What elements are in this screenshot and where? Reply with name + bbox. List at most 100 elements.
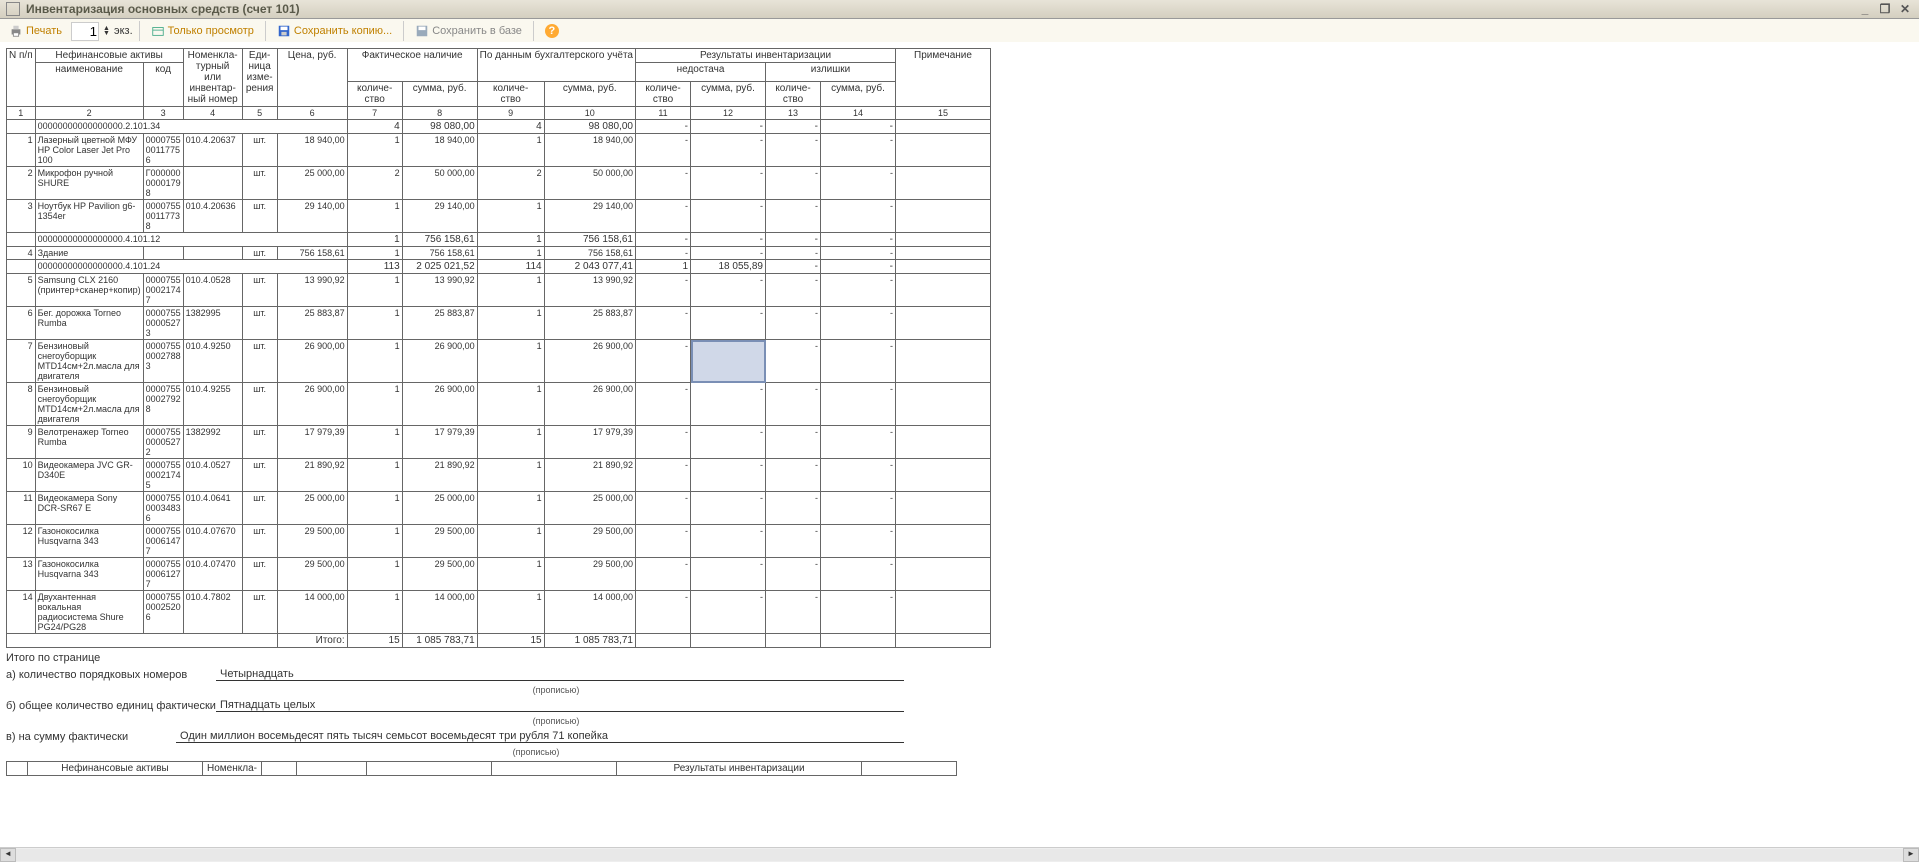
cell[interactable]: 1 bbox=[347, 307, 402, 340]
cell[interactable]: 29 500,00 bbox=[402, 525, 477, 558]
cell[interactable] bbox=[143, 247, 183, 260]
cell[interactable]: 17 979,39 bbox=[277, 426, 347, 459]
cell[interactable]: - bbox=[766, 383, 821, 426]
cell[interactable]: 13 990,92 bbox=[544, 274, 635, 307]
cell[interactable]: 1 bbox=[477, 558, 544, 591]
cell[interactable]: шт. bbox=[242, 383, 277, 426]
cell[interactable]: 50 000,00 bbox=[544, 167, 635, 200]
cell[interactable] bbox=[896, 459, 991, 492]
cell[interactable] bbox=[896, 525, 991, 558]
cell[interactable]: 21 890,92 bbox=[544, 459, 635, 492]
cell[interactable]: 25 000,00 bbox=[277, 167, 347, 200]
cell[interactable]: 010.4.9255 bbox=[183, 383, 242, 426]
cell[interactable]: 1 bbox=[347, 383, 402, 426]
cell[interactable]: 000075500021747 bbox=[143, 274, 183, 307]
cell[interactable]: - bbox=[766, 120, 821, 134]
cell[interactable]: - bbox=[636, 525, 691, 558]
help-button[interactable]: ? bbox=[540, 22, 564, 40]
cell[interactable]: 000075500117738 bbox=[143, 200, 183, 233]
scroll-right-button[interactable]: ► bbox=[1903, 848, 1919, 862]
cell[interactable]: - bbox=[766, 459, 821, 492]
cell[interactable]: 14 000,00 bbox=[402, 591, 477, 634]
cell[interactable]: 11 bbox=[636, 107, 691, 120]
cell[interactable]: 1 bbox=[347, 233, 402, 247]
cell[interactable]: 756 158,61 bbox=[544, 247, 635, 260]
print-button[interactable]: Печать bbox=[4, 22, 67, 40]
cell[interactable]: 98 080,00 bbox=[544, 120, 635, 134]
cell[interactable]: 13 bbox=[7, 558, 36, 591]
cell[interactable]: 18 940,00 bbox=[402, 134, 477, 167]
cell[interactable]: 18 055,89 bbox=[691, 260, 766, 274]
cell[interactable]: 1 bbox=[347, 459, 402, 492]
cell[interactable]: 8 bbox=[7, 383, 36, 426]
cell[interactable]: 1 bbox=[477, 340, 544, 383]
cell[interactable]: 1 bbox=[477, 200, 544, 233]
cell[interactable]: 000075500027928 bbox=[143, 383, 183, 426]
cell[interactable]: - bbox=[636, 134, 691, 167]
cell[interactable]: 756 158,61 bbox=[544, 233, 635, 247]
cell[interactable]: 10 bbox=[544, 107, 635, 120]
cell[interactable]: шт. bbox=[242, 492, 277, 525]
horizontal-scrollbar[interactable]: ◄ ► bbox=[0, 847, 1919, 862]
cell[interactable]: - bbox=[821, 200, 896, 233]
cell[interactable]: 26 900,00 bbox=[402, 383, 477, 426]
cell[interactable]: 15 bbox=[896, 107, 991, 120]
cell[interactable]: 1 bbox=[477, 247, 544, 260]
cell[interactable]: Ноутбук HP Pavilion g6-1354er bbox=[35, 200, 143, 233]
cell[interactable]: - bbox=[691, 492, 766, 525]
cell[interactable]: - bbox=[636, 167, 691, 200]
cell[interactable]: 1 bbox=[636, 260, 691, 274]
cell[interactable]: 4 bbox=[7, 247, 36, 260]
cell[interactable] bbox=[766, 634, 821, 648]
cell[interactable] bbox=[7, 634, 278, 648]
cell[interactable]: - bbox=[766, 492, 821, 525]
cell[interactable]: 21 890,92 bbox=[277, 459, 347, 492]
cell[interactable] bbox=[636, 634, 691, 648]
cell[interactable] bbox=[896, 200, 991, 233]
cell[interactable]: 000075500025206 bbox=[143, 591, 183, 634]
cell[interactable] bbox=[896, 340, 991, 383]
cell[interactable] bbox=[821, 634, 896, 648]
cell[interactable]: 114 bbox=[477, 260, 544, 274]
cell[interactable]: Велотренажер Torneo Rumba bbox=[35, 426, 143, 459]
cell[interactable] bbox=[896, 558, 991, 591]
cell[interactable]: 1 bbox=[477, 134, 544, 167]
cell[interactable]: 1 bbox=[477, 492, 544, 525]
cell[interactable]: 17 979,39 bbox=[402, 426, 477, 459]
cell[interactable]: Видеокамера JVC GR-D340E bbox=[35, 459, 143, 492]
cell[interactable]: - bbox=[691, 134, 766, 167]
cell[interactable]: 000075500117756 bbox=[143, 134, 183, 167]
cell[interactable]: Лазерный цветной МФУ HP Color Laser Jet … bbox=[35, 134, 143, 167]
cell[interactable]: 26 900,00 bbox=[544, 340, 635, 383]
cell[interactable]: 00000000000000000.2.101.34 bbox=[35, 120, 347, 134]
cell[interactable]: - bbox=[821, 233, 896, 247]
cell[interactable]: 010.4.0641 bbox=[183, 492, 242, 525]
cell[interactable]: Бензиновый снегоуборщик MTD14см+2л.масла… bbox=[35, 383, 143, 426]
cell[interactable]: - bbox=[766, 134, 821, 167]
cell[interactable]: Итого: bbox=[277, 634, 347, 648]
cell[interactable] bbox=[896, 134, 991, 167]
cell[interactable]: 1 bbox=[477, 233, 544, 247]
cell[interactable]: 13 990,92 bbox=[277, 274, 347, 307]
cell[interactable]: 1 085 783,71 bbox=[402, 634, 477, 648]
cell[interactable]: 00000000000000000.4.101.12 bbox=[35, 233, 347, 247]
cell[interactable]: - bbox=[766, 307, 821, 340]
cell[interactable]: 010.4.0528 bbox=[183, 274, 242, 307]
cell[interactable]: 1 bbox=[347, 558, 402, 591]
cell[interactable]: шт. bbox=[242, 274, 277, 307]
cell[interactable]: 14 000,00 bbox=[277, 591, 347, 634]
cell[interactable]: 29 500,00 bbox=[277, 558, 347, 591]
cell[interactable]: 00000000000000000.4.101.24 bbox=[35, 260, 347, 274]
cell[interactable]: 8 bbox=[402, 107, 477, 120]
cell[interactable]: 25 883,87 bbox=[544, 307, 635, 340]
cell[interactable]: 25 000,00 bbox=[544, 492, 635, 525]
cell[interactable] bbox=[896, 307, 991, 340]
cell[interactable]: - bbox=[691, 120, 766, 134]
cell[interactable]: 10 bbox=[7, 459, 36, 492]
cell[interactable]: 1 bbox=[347, 274, 402, 307]
cell[interactable]: 5 bbox=[7, 274, 36, 307]
cell[interactable]: 010.4.9250 bbox=[183, 340, 242, 383]
cell[interactable]: - bbox=[821, 120, 896, 134]
cell[interactable]: 29 500,00 bbox=[277, 525, 347, 558]
cell[interactable]: 113 bbox=[347, 260, 402, 274]
